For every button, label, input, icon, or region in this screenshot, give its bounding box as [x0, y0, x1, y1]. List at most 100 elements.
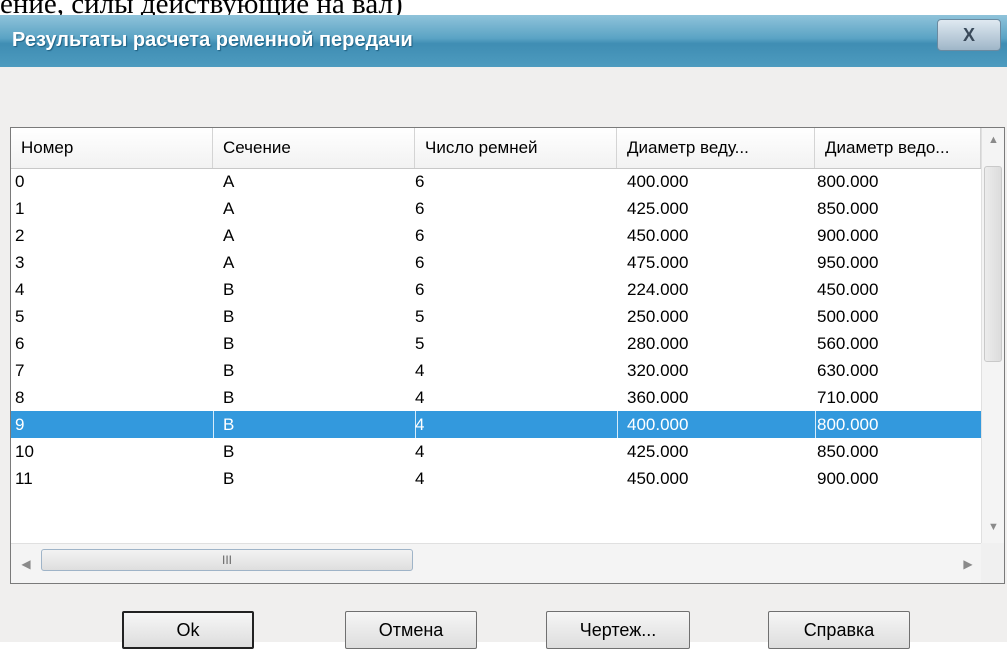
cell-driven-diameter: 450.000	[817, 280, 879, 299]
cell-belt-count: 6	[415, 253, 425, 272]
cell-number: 8	[15, 388, 25, 407]
cell-driving-diameter: 450.000	[627, 226, 689, 245]
column-header-driving-diameter[interactable]: Диаметр веду...	[617, 128, 815, 168]
cell-driven-diameter: 900.000	[817, 226, 879, 245]
vertical-scrollbar[interactable]: ▲ ▼	[981, 128, 1004, 543]
cell-driven-diameter: 950.000	[817, 253, 879, 272]
cell-belt-count: 5	[415, 307, 425, 326]
cell-driving-diameter: 425.000	[627, 442, 689, 461]
cell-section: А	[223, 226, 235, 245]
selection-divider	[815, 411, 816, 438]
cell-belt-count: 4	[415, 415, 425, 434]
selection-divider	[617, 411, 618, 438]
table-row[interactable]: 1 А 6 425.000 850.000	[11, 195, 981, 222]
cell-number: 6	[15, 334, 25, 353]
cell-section: В	[223, 469, 235, 488]
table-row[interactable]: 6 В 5 280.000 560.000	[11, 330, 981, 357]
table-row[interactable]: 8 В 4 360.000 710.000	[11, 384, 981, 411]
horizontal-scroll-thumb[interactable]: III	[41, 549, 413, 571]
cancel-button[interactable]: Отмена	[345, 611, 477, 649]
cell-section: В	[223, 307, 235, 326]
cell-driven-diameter: 800.000	[817, 415, 879, 434]
close-icon: X	[962, 24, 975, 45]
table-row[interactable]: 10 В 4 425.000 850.000	[11, 438, 981, 465]
cell-number: 4	[15, 280, 25, 299]
scroll-up-icon[interactable]: ▲	[984, 132, 1003, 148]
cell-driving-diameter: 400.000	[627, 172, 689, 191]
cell-section: В	[223, 280, 235, 299]
cell-belt-count: 6	[415, 226, 425, 245]
cell-belt-count: 4	[415, 469, 425, 488]
table-row-selected[interactable]: 9 В 4 400.000 800.000	[11, 411, 981, 438]
cell-number: 7	[15, 361, 25, 380]
selection-divider	[213, 411, 214, 438]
cell-driving-diameter: 320.000	[627, 361, 689, 380]
grip-icon: III	[221, 553, 232, 567]
cell-belt-count: 5	[415, 334, 425, 353]
cell-number: 3	[15, 253, 25, 272]
cell-number: 11	[15, 469, 33, 488]
title-bar[interactable]: Результаты расчета ременной передачи X	[0, 15, 1007, 67]
cell-number: 1	[15, 199, 25, 218]
cell-driven-diameter: 900.000	[817, 469, 879, 488]
cell-section: В	[223, 442, 235, 461]
cell-driven-diameter: 710.000	[817, 388, 879, 407]
vertical-scroll-thumb[interactable]	[984, 166, 1002, 362]
results-table[interactable]: Номер Сечение Число ремней Диаметр веду.…	[10, 127, 1005, 584]
cell-driving-diameter: 250.000	[627, 307, 689, 326]
dialog-title: Результаты расчета ременной передачи	[12, 29, 413, 51]
cell-section: А	[223, 199, 235, 218]
cell-driven-diameter: 500.000	[817, 307, 879, 326]
cell-driving-diameter: 224.000	[627, 280, 689, 299]
help-button[interactable]: Справка	[768, 611, 910, 649]
cell-driving-diameter: 360.000	[627, 388, 689, 407]
cell-number: 0	[15, 172, 25, 191]
table-row[interactable]: 5 В 5 250.000 500.000	[11, 303, 981, 330]
table-row[interactable]: 2 А 6 450.000 900.000	[11, 222, 981, 249]
cell-belt-count: 6	[415, 280, 425, 299]
cell-belt-count: 4	[415, 388, 425, 407]
cell-driving-diameter: 475.000	[627, 253, 689, 272]
cell-section: В	[223, 361, 235, 380]
cell-number: 2	[15, 226, 25, 245]
cell-driven-diameter: 850.000	[817, 199, 879, 218]
cell-section: А	[223, 253, 235, 272]
cell-driven-diameter: 630.000	[817, 361, 879, 380]
scroll-left-icon[interactable]: ◀	[17, 554, 35, 574]
cell-number: 10	[15, 442, 34, 461]
scrollbar-corner	[981, 543, 1004, 583]
column-header-section[interactable]: Сечение	[213, 128, 415, 168]
cell-belt-count: 4	[415, 361, 425, 380]
cell-number: 9	[15, 415, 25, 434]
table-row[interactable]: 11 В 4 450.000 900.000	[11, 465, 981, 492]
cell-driving-diameter: 425.000	[627, 199, 689, 218]
horizontal-scrollbar[interactable]: ◀ III ▶	[11, 543, 981, 583]
table-row[interactable]: 4 В 6 224.000 450.000	[11, 276, 981, 303]
cell-driven-diameter: 560.000	[817, 334, 879, 353]
column-header-driven-diameter[interactable]: Диаметр ведо...	[815, 128, 981, 168]
ok-button[interactable]: Ok	[122, 611, 254, 649]
cell-driven-diameter: 800.000	[817, 172, 879, 191]
cell-driven-diameter: 850.000	[817, 442, 879, 461]
cell-belt-count: 6	[415, 199, 425, 218]
cell-section: В	[223, 334, 235, 353]
cell-section: А	[223, 172, 235, 191]
cell-driving-diameter: 280.000	[627, 334, 689, 353]
cell-section: В	[223, 415, 235, 434]
cell-number: 5	[15, 307, 25, 326]
cell-driving-diameter: 450.000	[627, 469, 689, 488]
table-row[interactable]: 3 А 6 475.000 950.000	[11, 249, 981, 276]
scroll-right-icon[interactable]: ▶	[959, 554, 977, 574]
cell-section: В	[223, 388, 235, 407]
scroll-down-icon[interactable]: ▼	[984, 519, 1003, 535]
column-header-number[interactable]: Номер	[11, 128, 213, 168]
cell-driving-diameter: 400.000	[627, 415, 689, 434]
cell-belt-count: 6	[415, 172, 425, 191]
column-header-belt-count[interactable]: Число ремней	[415, 128, 617, 168]
close-button[interactable]: X	[937, 19, 1001, 51]
cell-belt-count: 4	[415, 442, 425, 461]
table-row[interactable]: 7 В 4 320.000 630.000	[11, 357, 981, 384]
drawing-button[interactable]: Чертеж...	[546, 611, 690, 649]
table-header: Номер Сечение Число ремней Диаметр веду.…	[11, 128, 981, 169]
table-row[interactable]: 0 А 6 400.000 800.000	[11, 168, 981, 195]
